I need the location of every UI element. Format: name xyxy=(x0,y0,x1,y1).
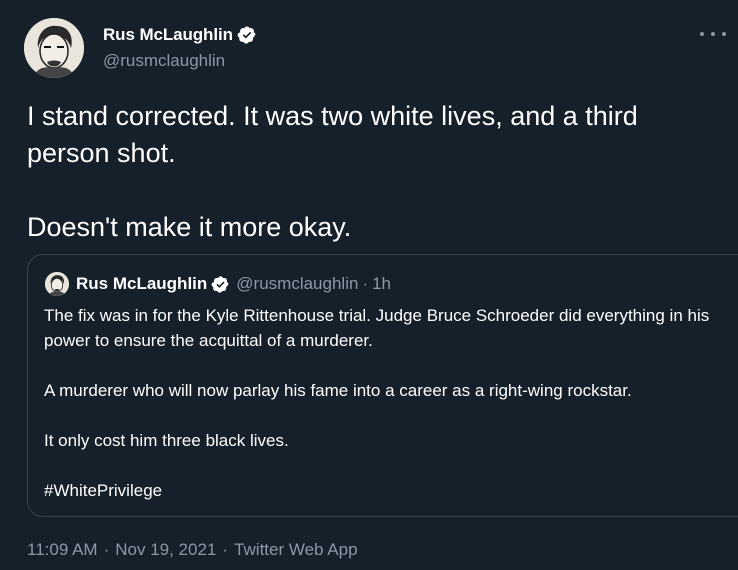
source-app-link[interactable]: Twitter Web App xyxy=(234,540,357,560)
more-options-icon[interactable] xyxy=(700,24,726,44)
quoted-tweet-time: 1h xyxy=(372,274,392,293)
separator: · xyxy=(222,540,229,559)
quoted-author-handle: @rusmclaughlin xyxy=(236,274,359,293)
author-handle[interactable]: @rusmclaughlin xyxy=(103,51,257,71)
verified-badge-icon xyxy=(237,25,257,45)
separator: · xyxy=(362,274,369,293)
separator: · xyxy=(103,540,110,559)
tweet: Rus McLaughlin @rusmclaughlin I stand co… xyxy=(0,0,738,570)
quoted-author-avatar xyxy=(45,272,69,296)
author-info: Rus McLaughlin @rusmclaughlin xyxy=(103,23,257,71)
author-name[interactable]: Rus McLaughlin xyxy=(103,25,233,45)
tweet-metadata: 11:09 AM · Nov 19, 2021 · Twitter Web Ap… xyxy=(27,540,358,560)
quoted-tweet-text: The fix was in for the Kyle Rittenhouse … xyxy=(44,306,710,500)
verified-badge-icon xyxy=(211,275,230,294)
quoted-tweet-header: Rus McLaughlin @rusmclaughlin · 1h xyxy=(45,271,391,297)
tweet-date[interactable]: Nov 19, 2021 xyxy=(115,540,216,560)
quoted-author-name: Rus McLaughlin xyxy=(76,274,208,293)
quoted-tweet[interactable]: Rus McLaughlin @rusmclaughlin · 1h The f… xyxy=(27,254,738,517)
author-avatar[interactable] xyxy=(24,18,84,78)
tweet-time[interactable]: 11:09 AM xyxy=(27,540,98,560)
tweet-text: I stand corrected. It was two white live… xyxy=(27,101,638,242)
